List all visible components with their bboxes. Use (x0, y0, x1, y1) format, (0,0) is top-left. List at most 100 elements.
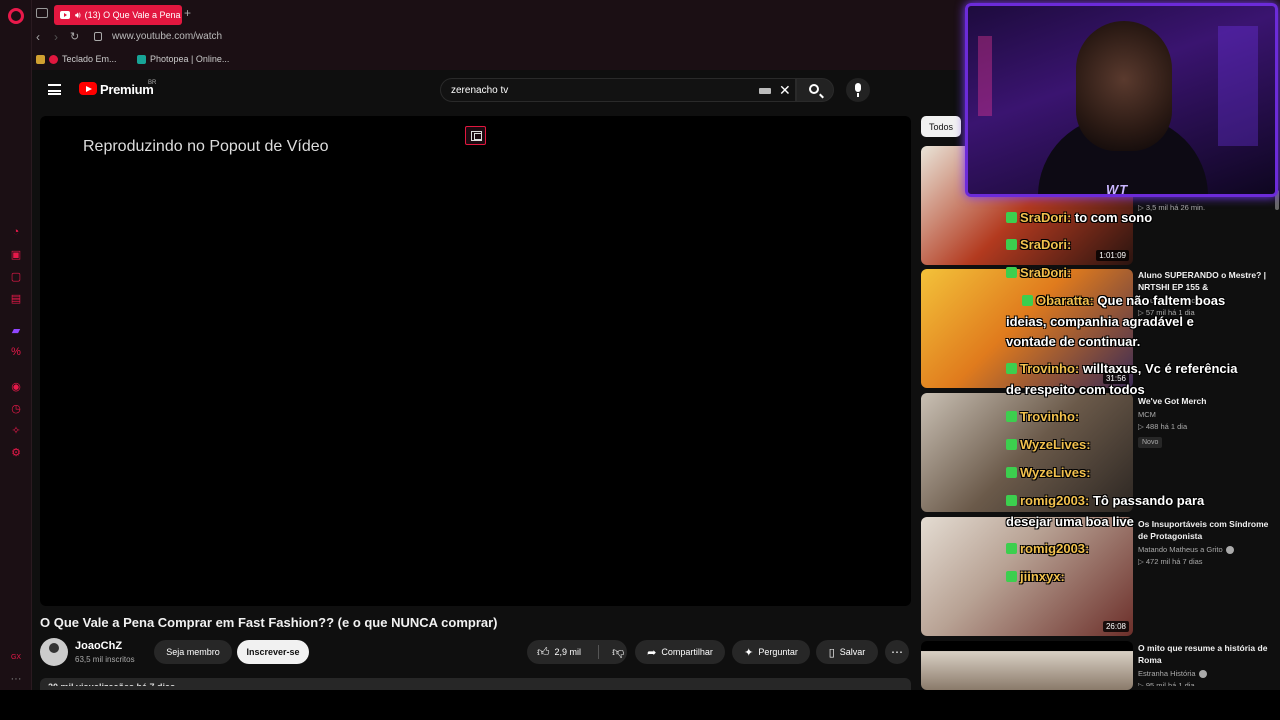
clear-search-icon[interactable]: ✕ (779, 82, 791, 98)
like-divider (598, 645, 600, 659)
recommendation-stats: ▷ 472 mil há 7 dias (1138, 557, 1203, 566)
recommendation-stats: ▷ 488 há 1 dia (1138, 422, 1188, 431)
aria-icon[interactable]: ◔ (9, 225, 23, 239)
like-icon[interactable]: 👍︎ (537, 645, 550, 660)
search-input[interactable] (441, 79, 741, 101)
lock-icon[interactable] (94, 32, 102, 41)
chat-message: Trovinho: willtaxus, Vc é referência (1006, 361, 1237, 376)
recommendation-meta[interactable]: We've Got Merch MCM ▷ 488 há 1 dia Novo (1138, 395, 1278, 449)
back-icon[interactable]: ‹ (36, 30, 40, 44)
webcam-logo-text: WT (1106, 182, 1129, 197)
region-code: BR (148, 80, 157, 86)
chat-message: Obaratta: Que não faltem boas (1022, 293, 1225, 308)
tab-youtube[interactable]: 🔊︎ (13) O Que Vale a Pena (54, 5, 182, 25)
video-player[interactable]: Reproduzindo no Popout de Vídeo (40, 116, 911, 606)
recommendation-meta[interactable]: Os Insuportáveis com Síndrome de Protago… (1138, 518, 1278, 566)
percent-icon[interactable]: % (9, 345, 23, 359)
opera-logo-icon[interactable] (8, 8, 24, 24)
streamer-avatar-art (1076, 21, 1172, 151)
settings-gear-icon[interactable]: ⚙ (9, 445, 23, 459)
history-icon[interactable]: ◷ (9, 401, 23, 415)
youtube-favicon-icon (60, 11, 70, 19)
url-field[interactable]: www.youtube.com/watch (112, 31, 222, 42)
verified-icon (1225, 545, 1234, 554)
subscribe-button[interactable]: Inscrever-se (237, 640, 309, 664)
search-button[interactable] (796, 78, 834, 102)
join-button[interactable]: Seja membro (154, 640, 232, 664)
video-duration: 26:08 (1102, 621, 1129, 632)
mail-icon[interactable]: ▤ (9, 291, 23, 305)
voice-search-button[interactable] (846, 78, 870, 102)
recommendation-title: Aluno SUPERANDO o Mestre? | NRTSHI EP 15… (1138, 270, 1266, 292)
chat-message-continued: vontade de continuar. (1006, 334, 1141, 349)
channel-name[interactable]: JoaoChZ (75, 640, 122, 652)
chat-message-continued: ideias, companhia agradável e (1006, 314, 1194, 329)
verified-check-icon (1006, 239, 1017, 250)
chat-message-continued: de respeito com todos (1006, 382, 1145, 397)
keyboard-icon[interactable] (759, 88, 771, 94)
screen: ◔ ▣ ▢ ▤ ▰ % ◉ ◷ ✧ ⚙ GX ··· 🔊︎ (13) O Que… (0, 0, 1280, 720)
extensions-icon[interactable]: ✧ (9, 423, 23, 437)
new-tab-button[interactable]: + (184, 6, 191, 20)
verified-check-icon (1006, 411, 1017, 422)
recommendation-title: O mito que resume a história de Roma (1138, 643, 1268, 665)
recommendation-title: We've Got Merch (1138, 396, 1207, 406)
bookmark-favicon-icon (49, 54, 58, 64)
chip-all[interactable]: Todos (921, 116, 962, 137)
recommendation-title: Os Insuportáveis com Síndrome de Protago… (1138, 519, 1269, 541)
sparkle-icon: ✦ (744, 646, 754, 659)
save-button[interactable]: ▯ Salvar (816, 640, 878, 664)
chat-message-continued: desejar uma boa live (1006, 514, 1134, 529)
player-icon[interactable]: ◉ (9, 379, 23, 393)
forward-icon[interactable]: › (54, 30, 58, 44)
reload-icon[interactable]: ↻ (70, 30, 79, 43)
verified-check-icon (1006, 439, 1017, 450)
chat-message: jiinxyx: (1006, 569, 1065, 584)
tab-overview-icon[interactable] (36, 8, 48, 18)
youtube-logo-icon[interactable] (79, 82, 97, 95)
twitch-icon[interactable]: ▰ (9, 323, 23, 337)
instagram-icon[interactable]: ▢ (9, 269, 23, 283)
video-title: O Que Vale a Pena Comprar em Fast Fashio… (40, 615, 498, 630)
popout-icon[interactable] (465, 126, 486, 145)
verified-icon (1198, 669, 1207, 678)
menu-icon[interactable] (48, 84, 61, 95)
bookmark-teclado[interactable]: Teclado Em... (36, 54, 117, 64)
speaker-icon[interactable]: 🔊︎ (75, 10, 81, 21)
bookmark-save-icon: ▯ (828, 646, 835, 659)
dislike-icon[interactable]: 👎︎ (612, 645, 624, 660)
recommendation-meta[interactable]: O mito que resume a história de Roma Est… (1138, 642, 1278, 690)
like-count[interactable]: 2,9 mil (555, 647, 582, 657)
verified-check-icon (1022, 295, 1033, 306)
chat-message: romig2003: Tô passando para (1006, 493, 1204, 508)
neon-glow (1218, 26, 1258, 146)
share-icon: ➦ (647, 646, 657, 659)
like-dislike-group: 👍︎ 2,9 mil 👎︎ (527, 640, 627, 664)
popout-message: Reproduzindo no Popout de Vídeo (83, 138, 329, 155)
recommendation-channel: Estranha História (1138, 669, 1278, 678)
recommendation-meta[interactable]: ▷ 3,5 mil há 26 min. (1138, 200, 1278, 212)
bookmark-photopea[interactable]: Photopea | Online... (137, 54, 229, 64)
new-badge: Novo (1138, 437, 1163, 448)
share-button[interactable]: ➦ Compartilhar (635, 640, 725, 664)
more-actions-button[interactable]: ⋯ (885, 640, 909, 664)
recommendation-thumbnail[interactable] (921, 641, 1133, 690)
ask-button[interactable]: ✦ Perguntar (732, 640, 810, 664)
bookmark-folder-icon (36, 54, 45, 64)
messenger-icon[interactable]: ▣ (9, 247, 23, 261)
chat-message: Trovinho: (1006, 409, 1079, 424)
channel-avatar[interactable] (40, 638, 68, 666)
recommendation-stats: ▷ 95 mil há 1 dia (1138, 681, 1195, 690)
logo-text[interactable]: Premium (100, 82, 154, 97)
verified-check-icon (1006, 543, 1017, 554)
opera-sidebar: ◔ ▣ ▢ ▤ ▰ % ◉ ◷ ✧ ⚙ GX ··· (0, 0, 32, 690)
verified-check-icon (1006, 363, 1017, 374)
subscriber-count: 63,5 mil inscritos (75, 655, 135, 664)
chat-message: SraDori: (1006, 237, 1071, 252)
chat-message: SraDori: to com sono (1006, 210, 1152, 225)
verified-check-icon (1006, 267, 1017, 278)
search-icon (809, 84, 819, 94)
gx-icon[interactable]: GX (9, 650, 23, 664)
search-box[interactable]: ✕ (440, 78, 796, 102)
more-dots-icon[interactable]: ··· (9, 672, 23, 686)
